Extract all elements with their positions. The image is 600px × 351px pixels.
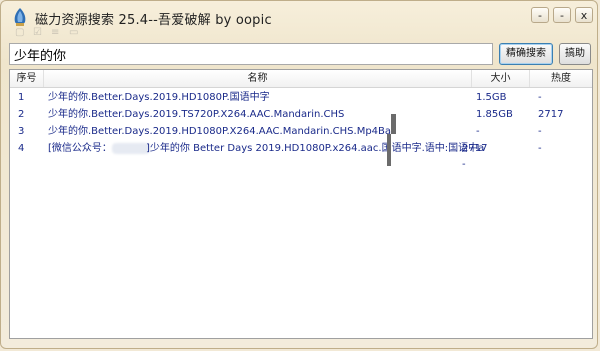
- table-row[interactable]: 1 少年的你.Better.Days.2019.HD1080P.国语中字 1.5…: [10, 89, 592, 106]
- row-heat: -: [538, 92, 542, 103]
- row-heat: -: [538, 126, 542, 137]
- row-name-prefix: [微信公众号：: [48, 143, 112, 154]
- row-name-suffix: ]少年的你 Better Days 2019.HD1080P.x264.aac.…: [146, 143, 485, 154]
- row-name: 少年的你.Better.Days.2019.HD1080P.国语中字: [48, 92, 270, 103]
- row-heat: -: [538, 143, 542, 154]
- table-row[interactable]: 2 少年的你.Better.Days.2019.TS720P.X264.AAC.…: [10, 106, 592, 123]
- row-size: 1.85GB: [476, 109, 513, 120]
- maximize-button[interactable]: -: [553, 7, 571, 23]
- col-name[interactable]: 名称: [44, 70, 472, 87]
- app-logo-icon: [14, 8, 26, 26]
- row-index: 1: [18, 92, 25, 103]
- ghost-icon-2: ☑: [33, 27, 42, 38]
- row-size: -: [476, 126, 480, 137]
- ghost-toolbar: ▢ ☑ ≡ ▭: [15, 27, 135, 39]
- row-index: 3: [18, 126, 25, 137]
- col-index[interactable]: 序号: [10, 70, 44, 87]
- window-title: 磁力资源搜索 25.4--吾爱破解 by oopic: [35, 13, 272, 28]
- table-row[interactable]: 3 少年的你.Better.Days.2019.HD1080P.X264.AAC…: [10, 123, 592, 140]
- ghost-icon-4: ▭: [69, 27, 79, 38]
- exact-search-button[interactable]: 精确搜索: [499, 43, 553, 65]
- close-button[interactable]: x: [575, 7, 593, 23]
- row-size: 2717: [462, 143, 488, 154]
- minimize-button[interactable]: -: [531, 7, 549, 23]
- row-index: 4: [18, 143, 25, 154]
- table-header: 序号 名称 大小 热度: [10, 70, 592, 88]
- col-size[interactable]: 大小: [472, 70, 530, 87]
- results-table[interactable]: 序号 名称 大小 热度 1 少年的你.Better.Days.2019.HD10…: [9, 69, 593, 339]
- row-index: 2: [18, 109, 25, 120]
- scratch-mark: [387, 134, 391, 166]
- scratch-mark: [391, 114, 396, 134]
- row-heat: 2717: [538, 109, 564, 120]
- row-name: 少年的你.Better.Days.2019.HD1080P.X264.AAC.M…: [48, 126, 392, 137]
- row-extra: -: [462, 159, 466, 170]
- row-size: 1.5GB: [476, 92, 507, 103]
- search-input[interactable]: [9, 43, 493, 65]
- col-heat[interactable]: 热度: [530, 70, 592, 87]
- table-row[interactable]: 4 [微信公众号： ]少年的你 Better Days 2019.HD1080P…: [10, 140, 592, 157]
- ghost-icon-1: ▢: [15, 27, 25, 38]
- ghost-icon-3: ≡: [51, 27, 60, 38]
- fuzzy-search-button[interactable]: 搞助: [559, 43, 591, 65]
- app-window: 磁力资源搜索 25.4--吾爱破解 by oopic - - x ▢ ☑ ≡ ▭…: [0, 0, 598, 349]
- row-name: 少年的你.Better.Days.2019.TS720P.X264.AAC.Ma…: [48, 109, 345, 120]
- redacted-mask: [112, 143, 150, 154]
